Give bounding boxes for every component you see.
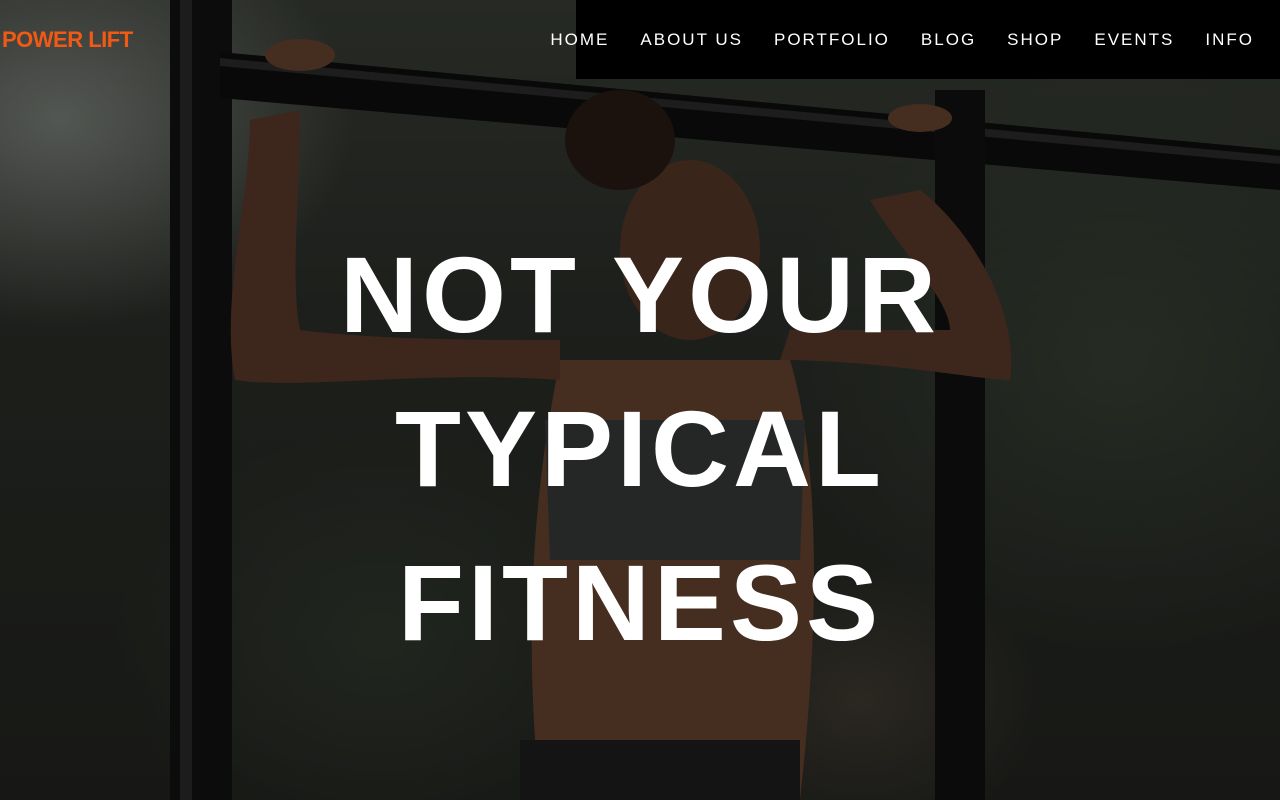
nav-item-home[interactable]: HOME: [550, 30, 609, 50]
page: POWER LIFT HOME ABOUT US PORTFOLIO BLOG …: [0, 0, 1280, 800]
brand-logo-link[interactable]: POWER LIFT: [2, 27, 133, 53]
main-navigation: HOME ABOUT US PORTFOLIO BLOG SHOP EVENTS…: [550, 0, 1280, 79]
nav-item-events[interactable]: EVENTS: [1094, 30, 1174, 50]
hero-headline-line-2: TYPICAL: [394, 388, 885, 509]
nav-item-shop[interactable]: SHOP: [1007, 30, 1063, 50]
nav-item-info[interactable]: INFO: [1205, 30, 1254, 50]
hero-headline: NOT YOUR TYPICAL FITNESS: [0, 218, 1280, 680]
hero-headline-line-1: NOT YOUR: [339, 234, 941, 355]
nav-item-portfolio[interactable]: PORTFOLIO: [774, 30, 890, 50]
nav-item-blog[interactable]: BLOG: [921, 30, 976, 50]
hero-headline-line-3: FITNESS: [397, 542, 883, 663]
nav-item-about-us[interactable]: ABOUT US: [640, 30, 743, 50]
